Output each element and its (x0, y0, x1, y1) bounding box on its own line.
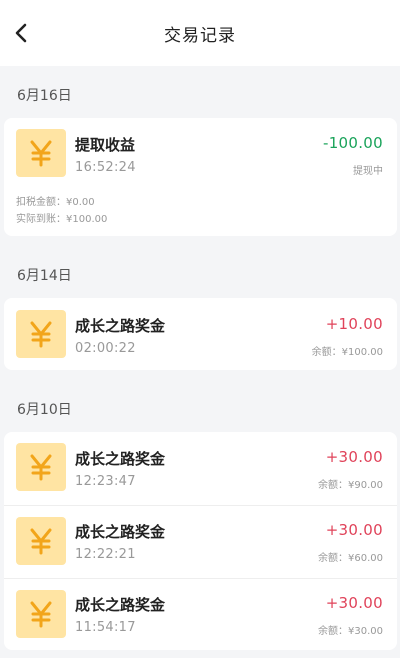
transaction-name: 成长之路奖金 (75, 450, 166, 468)
transaction-name: 成长之路奖金 (75, 523, 166, 541)
transaction-row[interactable]: 成长之路奖金 12:23:47 +30.00 余额：¥90.00 (4, 432, 397, 504)
transaction-amount: +10.00 (325, 315, 383, 333)
transaction-card: 成长之路奖金 02:00:22 +10.00 余额：¥100.00 (4, 298, 397, 370)
transaction-status: 提现中 (353, 166, 383, 177)
transaction-card: 提取收益 16:52:24 -100.00 提现中 扣税金额：¥0.00 实际到… (4, 118, 397, 236)
transaction-time: 11:54:17 (75, 620, 136, 635)
date-header: 6月10日 (17, 402, 72, 418)
transaction-amount: -100.00 (323, 134, 383, 152)
transaction-amount: +30.00 (325, 594, 383, 612)
date-header: 6月16日 (17, 88, 72, 104)
balance-text: 余额：¥90.00 (318, 480, 383, 491)
tax-amount-detail: 扣税金额：¥0.00 (16, 197, 95, 208)
transaction-row[interactable]: 提取收益 16:52:24 -100.00 提现中 (4, 118, 397, 190)
transaction-time: 12:23:47 (75, 474, 136, 489)
page-title: 交易记录 (164, 25, 236, 46)
yuan-coin-icon (16, 443, 66, 491)
balance-text: 余额：¥100.00 (311, 347, 383, 358)
yuan-coin-icon (16, 517, 66, 565)
transaction-row[interactable]: 成长之路奖金 12:22:21 +30.00 余额：¥60.00 (4, 505, 397, 577)
back-button[interactable] (10, 20, 32, 46)
transaction-card: 成长之路奖金 12:23:47 +30.00 余额：¥90.00 成长之路奖金 … (4, 432, 397, 650)
transaction-row[interactable]: 成长之路奖金 11:54:17 +30.00 余额：¥30.00 (4, 578, 397, 650)
yuan-coin-icon (16, 310, 66, 358)
date-header: 6月14日 (17, 268, 72, 284)
header-bar: 交易记录 (0, 0, 400, 66)
transaction-name: 成长之路奖金 (75, 596, 166, 614)
transaction-time: 12:22:21 (75, 547, 136, 562)
transaction-amount: +30.00 (325, 448, 383, 466)
balance-text: 余额：¥60.00 (318, 553, 383, 564)
chevron-left-icon (15, 23, 27, 43)
transaction-name: 提取收益 (75, 136, 136, 154)
transaction-row[interactable]: 成长之路奖金 02:00:22 +10.00 余额：¥100.00 (4, 298, 397, 370)
transaction-time: 02:00:22 (75, 341, 136, 356)
transaction-name: 成长之路奖金 (75, 317, 166, 335)
transaction-amount: +30.00 (325, 521, 383, 539)
balance-text: 余额：¥30.00 (318, 626, 383, 637)
yuan-coin-icon (16, 590, 66, 638)
actual-received-detail: 实际到账：¥100.00 (16, 214, 108, 225)
transaction-time: 16:52:24 (75, 160, 136, 175)
yuan-coin-icon (16, 129, 66, 177)
